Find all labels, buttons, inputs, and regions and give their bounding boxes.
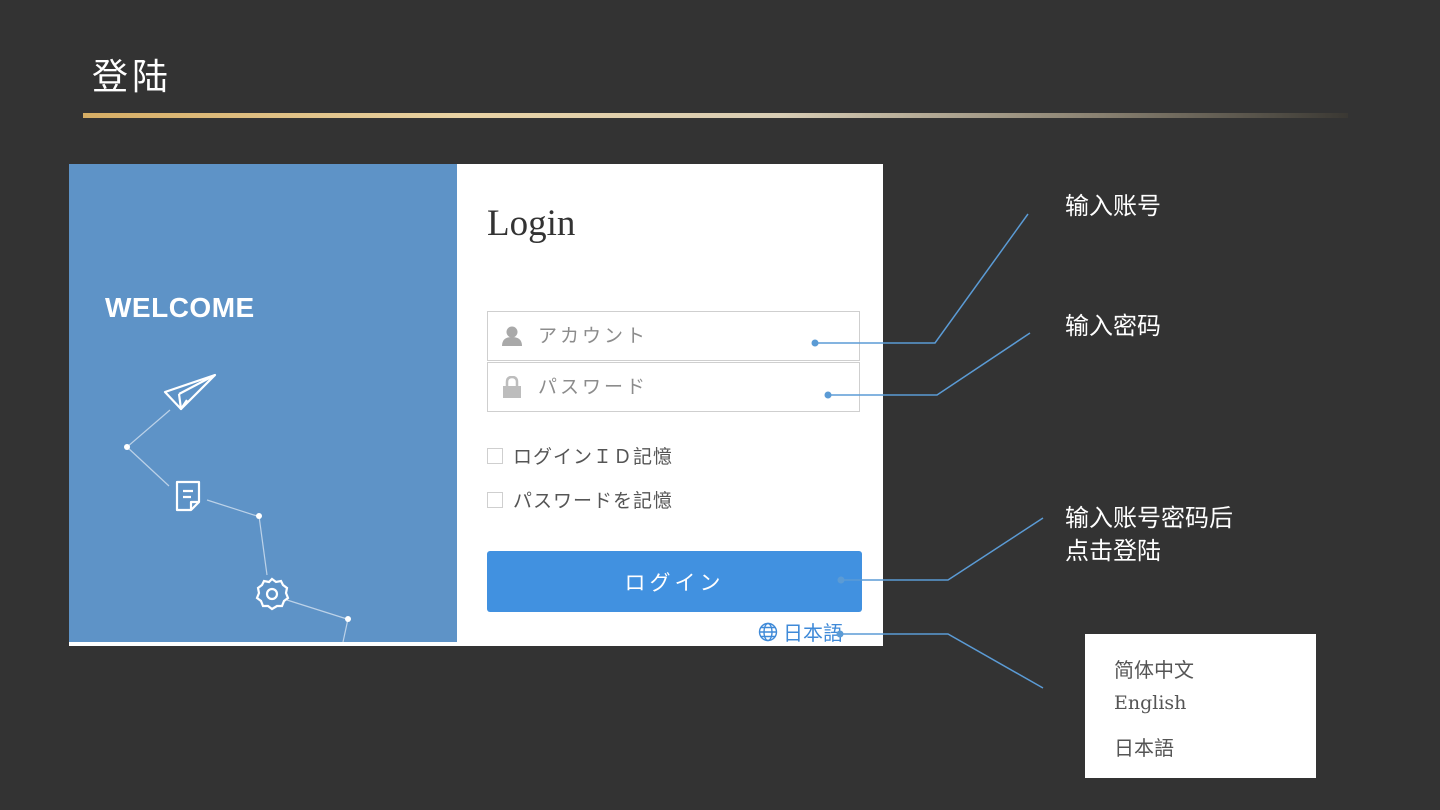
language-option-zh[interactable]: 简体中文 [1114, 654, 1194, 683]
annotation-account: 输入账号 [1065, 192, 1161, 220]
language-option-ja[interactable]: 日本語 [1114, 732, 1174, 761]
annotation-password: 输入密码 [1065, 312, 1161, 340]
annotation-submit-line2: 点击登陆 [1065, 537, 1161, 565]
language-option-en[interactable]: English [1114, 692, 1186, 714]
annotation-submit: 输入账号密码后 点击登陆 [1065, 502, 1233, 568]
annotation-submit-line1: 输入账号密码后 [1065, 504, 1233, 532]
language-menu: 简体中文 English 日本語 [1085, 634, 1316, 778]
